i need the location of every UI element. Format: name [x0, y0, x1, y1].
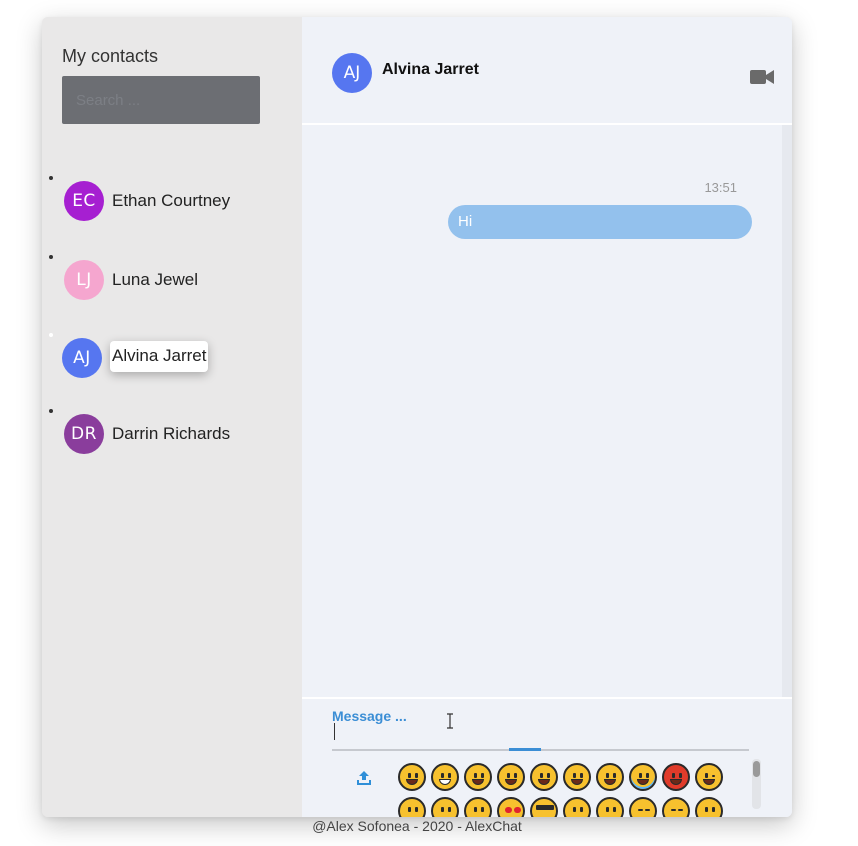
emoji-innocent[interactable]	[629, 763, 657, 791]
emoji-sunglasses[interactable]	[530, 797, 558, 817]
avatar: AJ	[332, 53, 372, 93]
emoji-blush[interactable]	[398, 797, 426, 817]
emoji-wink[interactable]	[695, 763, 723, 791]
emoji-smiley[interactable]	[497, 763, 525, 791]
contact-name: Ethan Courtney	[112, 191, 231, 210]
chat-app-window: My contacts EC Ethan Courtney LJ Luna Je…	[42, 17, 792, 817]
emoji-picker	[398, 763, 758, 817]
list-bullet	[49, 333, 53, 337]
video-camera-icon[interactable]	[750, 69, 774, 85]
chat-contact-name: Alvina Jarret	[382, 61, 479, 78]
footer-credit: @Alex Sofonea - 2020 - AlexChat	[312, 818, 522, 834]
emoji-sweat[interactable]	[695, 797, 723, 817]
text-cursor-icon	[447, 713, 453, 729]
list-bullet	[49, 409, 53, 413]
sidebar-title: My contacts	[62, 46, 159, 66]
emoji-expressionless[interactable]	[629, 797, 657, 817]
emoji-grinning[interactable]	[398, 763, 426, 791]
emoji-sweat-smile[interactable]	[563, 763, 591, 791]
message-list: 13:51 Hi	[302, 125, 782, 697]
avatar: EC	[64, 181, 104, 221]
emoji-relieved[interactable]	[464, 797, 492, 817]
message-timestamp: 13:51	[704, 180, 737, 195]
contact-item-alvina-jarret[interactable]: AJ Alvina Jarret	[42, 333, 302, 384]
emoji-imp[interactable]	[662, 763, 690, 791]
emoji-laughing[interactable]	[596, 763, 624, 791]
avatar: LJ	[64, 260, 104, 300]
avatar: DR	[64, 414, 104, 454]
emoji-smile[interactable]	[530, 763, 558, 791]
contact-name: Luna Jewel	[112, 270, 199, 289]
chat-panel: AJ Alvina Jarret 13:51 Hi Message ...	[302, 17, 792, 817]
emoji-scrollbar-thumb[interactable]	[753, 761, 760, 777]
contact-search-input[interactable]	[62, 76, 260, 124]
message-scrollbar[interactable]	[782, 125, 792, 697]
emoji-heart-eyes[interactable]	[497, 797, 525, 817]
message-input-label: Message ...	[332, 708, 407, 724]
emoji-neutral[interactable]	[596, 797, 624, 817]
emoji-smirk[interactable]	[563, 797, 591, 817]
input-focus-indicator	[509, 748, 541, 751]
list-bullet	[49, 255, 53, 259]
contact-name: Alvina Jarret	[110, 341, 209, 372]
emoji-joy[interactable]	[464, 763, 492, 791]
message-input[interactable]	[332, 725, 748, 749]
text-caret	[334, 723, 335, 740]
chat-header: AJ Alvina Jarret	[302, 17, 792, 125]
contact-item-darrin-richards[interactable]: DR Darrin Richards	[42, 409, 302, 460]
contacts-sidebar: My contacts EC Ethan Courtney LJ Luna Je…	[42, 17, 302, 817]
contact-name: Darrin Richards	[112, 424, 231, 443]
outgoing-message-bubble: Hi	[448, 205, 752, 239]
contact-item-luna-jewel[interactable]: LJ Luna Jewel	[42, 255, 302, 306]
emoji-unamused[interactable]	[662, 797, 690, 817]
emoji-yum[interactable]	[431, 797, 459, 817]
emoji-grin[interactable]	[431, 763, 459, 791]
list-bullet	[49, 176, 53, 180]
avatar: AJ	[62, 338, 102, 378]
contact-item-ethan-courtney[interactable]: EC Ethan Courtney	[42, 176, 302, 227]
message-composer: Message ...	[302, 697, 792, 817]
upload-icon[interactable]	[356, 770, 372, 786]
